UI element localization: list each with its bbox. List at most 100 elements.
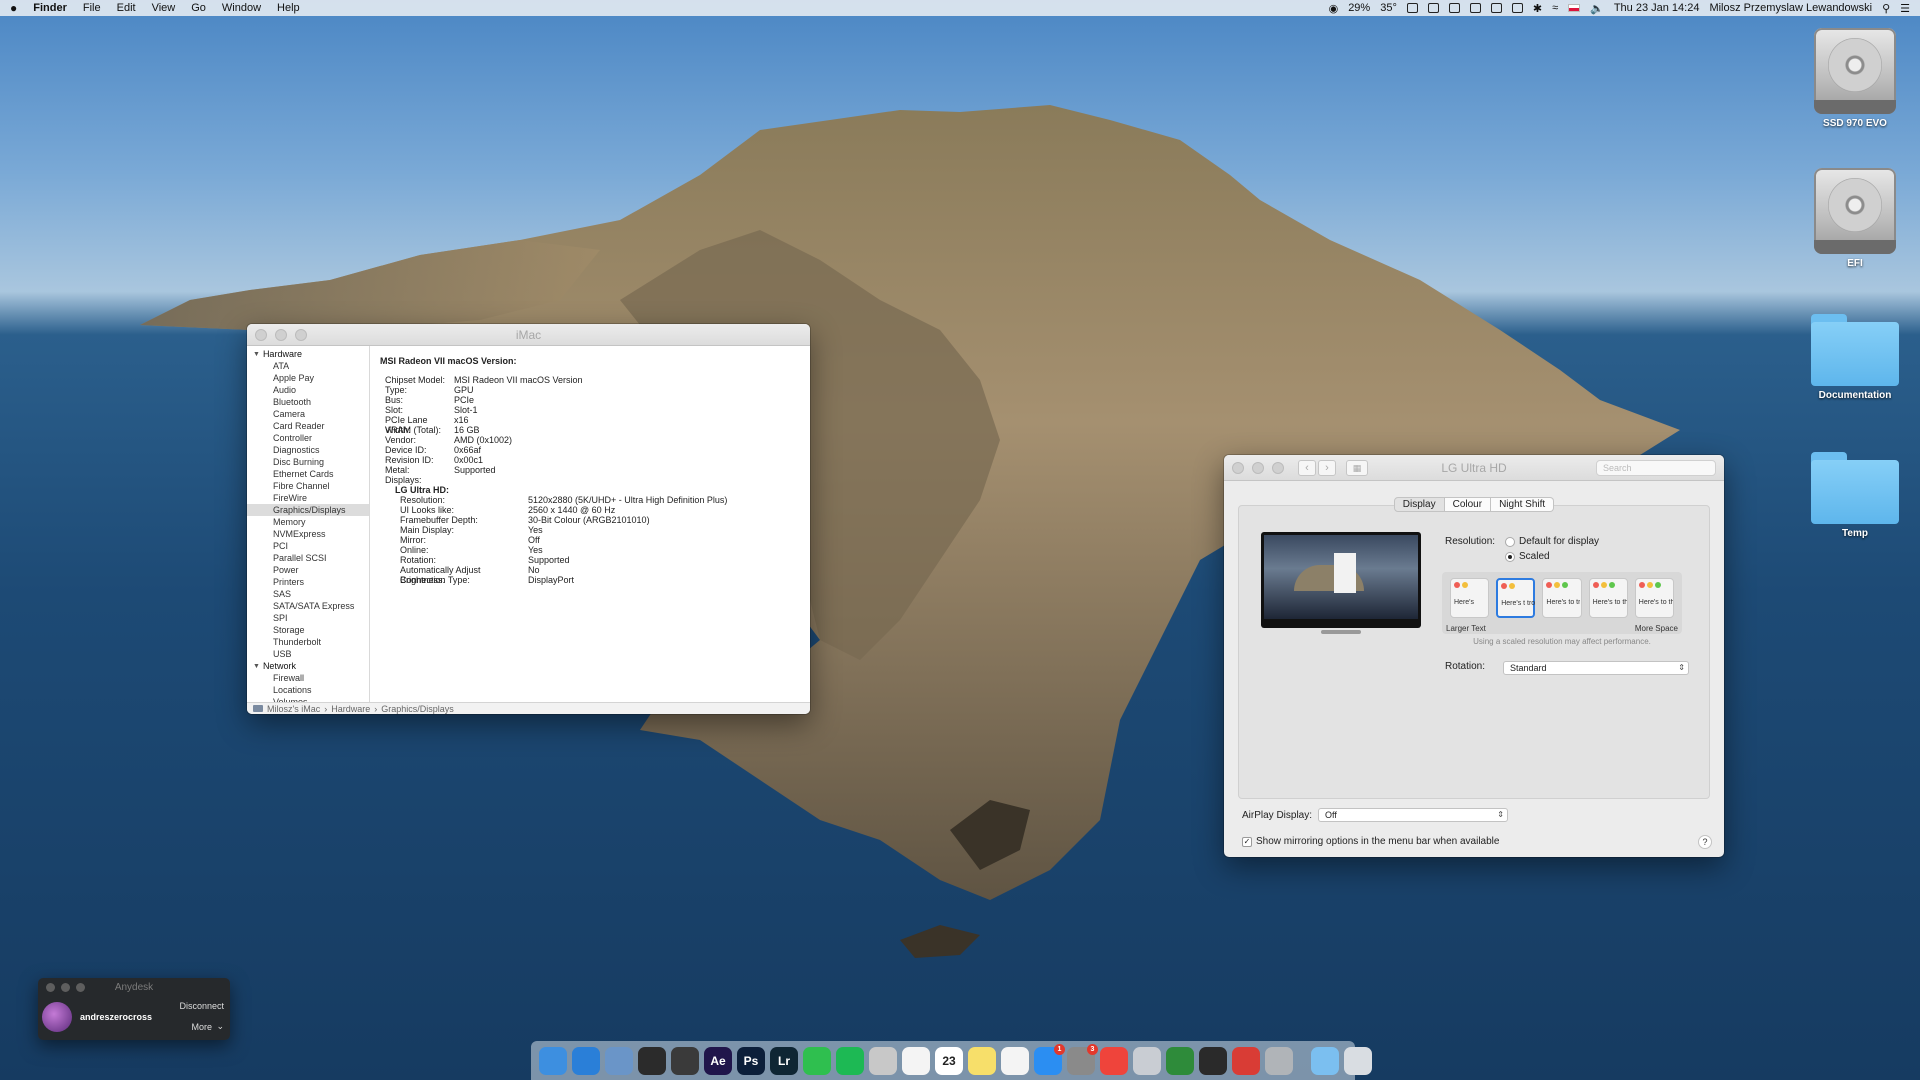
sidebar-item[interactable]: Storage [247,624,369,636]
flag-icon[interactable] [1568,4,1581,12]
sidebar-item[interactable]: Firewall [247,672,369,684]
tab-display[interactable]: Display [1393,497,1445,512]
more-button[interactable]: More [191,1022,212,1032]
sidebar-item[interactable]: ATA [247,360,369,372]
forward-button[interactable]: › [1318,459,1336,476]
terminal-app[interactable] [1199,1046,1227,1075]
spotify-app[interactable] [836,1046,864,1075]
script-editor-app[interactable] [869,1046,897,1075]
close-button[interactable] [46,982,55,992]
search-input[interactable]: Search [1596,460,1716,476]
bluetooth-icon[interactable]: ✱ [1533,2,1542,15]
clock[interactable]: Thu 23 Jan 14:24 [1614,2,1700,14]
sidebar-item[interactable]: Card Reader [247,420,369,432]
istat-icon[interactable] [1406,3,1418,13]
archive-app[interactable] [1133,1046,1161,1075]
automator-app[interactable] [1265,1046,1293,1075]
preview-app[interactable] [605,1046,633,1075]
battery-percent[interactable]: 29% [1348,2,1370,14]
photos-app[interactable] [902,1046,930,1075]
sidebar-item[interactable]: Diagnostics [247,444,369,456]
sidebar-item[interactable]: Memory [247,516,369,528]
system-prefs-app[interactable]: 3 [1067,1043,1098,1075]
scale-option-4[interactable]: Here's to the troublemakers, the round p… [1588,578,1628,618]
checkbox[interactable]: ✓ [1242,836,1252,847]
sidebar-item[interactable]: Ethernet Cards [247,468,369,480]
sync-icon[interactable] [1490,3,1502,13]
sidebar-item[interactable]: PCI [247,540,369,552]
sidebar-item[interactable]: USB [247,648,369,660]
path-item[interactable]: Hardware [331,704,370,714]
window-titlebar[interactable]: iMac [247,324,810,346]
sidebar-item[interactable]: Locations [247,684,369,696]
sidebar-item[interactable]: Camera [247,408,369,420]
whatsapp-app[interactable] [803,1046,831,1075]
sidebar-item[interactable]: Disc Burning [247,456,369,468]
volume-icon[interactable]: 🔈 [1590,2,1604,15]
minimize-button[interactable] [61,982,70,992]
menu-window[interactable]: Window [222,2,261,14]
davinci-app[interactable] [638,1046,666,1075]
anydesk-app[interactable] [1100,1046,1128,1075]
scale-option-1[interactable]: Here's [1450,578,1490,618]
menu-finder[interactable]: Finder [33,2,67,14]
istat-app[interactable] [1166,1046,1194,1075]
sidebar-group-network[interactable]: ▼ Network [247,660,369,672]
cloud-icon[interactable] [1469,3,1481,13]
desktop-folder-documentation[interactable]: Documentation [1805,306,1905,401]
downloads-stack[interactable] [1311,1046,1339,1075]
close-button[interactable] [255,328,267,341]
sidebar-item[interactable]: Graphics/Displays [247,504,369,516]
desktop-drive-ssd[interactable]: SSD 970 EVO [1805,28,1905,129]
spotlight-search-icon[interactable]: ⚲ [1882,2,1890,15]
sidebar-item[interactable]: Printers [247,576,369,588]
screen-icon[interactable] [1448,3,1460,13]
remote-app[interactable] [1232,1046,1260,1075]
desktop-folder-temp[interactable]: Temp [1805,444,1905,539]
aftereffects-app[interactable]: Ae [704,1046,732,1075]
chevron-down-icon[interactable]: ⌄ [216,1021,224,1032]
sidebar-item[interactable]: FireWire [247,492,369,504]
disclosure-triangle-icon[interactable]: ▼ [253,351,260,358]
zoom-button[interactable] [295,328,307,341]
help-button[interactable]: ? [1698,835,1712,849]
user-name[interactable]: Milosz Przemyslaw Lewandowski [1709,2,1872,14]
sidebar-item[interactable]: SATA/SATA Express [247,600,369,612]
minimize-button[interactable] [1252,461,1264,474]
menu-help[interactable]: Help [277,2,300,14]
scale-option-5[interactable]: Here's to the crazy ones, the misfits, t… [1634,578,1674,618]
scale-option-2[interactable]: Here's t troublem [1496,578,1536,618]
finder-app[interactable] [539,1046,567,1075]
back-button[interactable]: ‹ [1298,459,1316,476]
sidebar-item[interactable]: Apple Pay [247,372,369,384]
sidebar-item[interactable]: SPI [247,612,369,624]
sidebar-group-hardware[interactable]: ▼ Hardware [247,348,369,360]
sidebar-item[interactable]: Bluetooth [247,396,369,408]
disconnect-button[interactable]: Disconnect [179,1001,224,1011]
path-item[interactable]: Milosz's iMac [267,704,320,714]
sidebar-item[interactable]: Thunderbolt [247,636,369,648]
scale-option-3[interactable]: Here's to troublema ones who [1542,578,1582,618]
temperature-readout[interactable]: 35° [1380,2,1397,14]
lightroom-app[interactable]: Lr [770,1046,798,1075]
tab-night-shift[interactable]: Night Shift [1491,497,1555,512]
notes-app[interactable] [968,1046,996,1075]
finalcut-app[interactable] [671,1046,699,1075]
zoom-button[interactable] [76,982,85,992]
anydesk-status-icon[interactable] [1427,3,1439,13]
notification-center-icon[interactable]: ☰ [1900,2,1910,15]
radio-button[interactable] [1505,536,1515,547]
menu-edit[interactable]: Edit [117,2,136,14]
window-titlebar[interactable]: Anydesk [38,978,230,996]
window-titlebar[interactable]: ‹ › ▦ LG Ultra HD Search [1224,455,1724,481]
disclosure-triangle-icon[interactable]: ▼ [253,663,260,670]
sidebar-item[interactable]: Fibre Channel [247,480,369,492]
minimize-button[interactable] [275,328,287,341]
rotation-select[interactable]: Standard ⇕ [1503,661,1689,675]
radio-button[interactable] [1505,551,1515,562]
calendar-app[interactable]: 23 [935,1046,963,1075]
eye-icon[interactable]: ◉ [1329,2,1339,15]
wifi-icon[interactable]: ≈ [1552,2,1558,14]
itunes-app[interactable] [1001,1046,1029,1075]
resolution-scaled-option[interactable]: Scaled [1505,551,1550,562]
